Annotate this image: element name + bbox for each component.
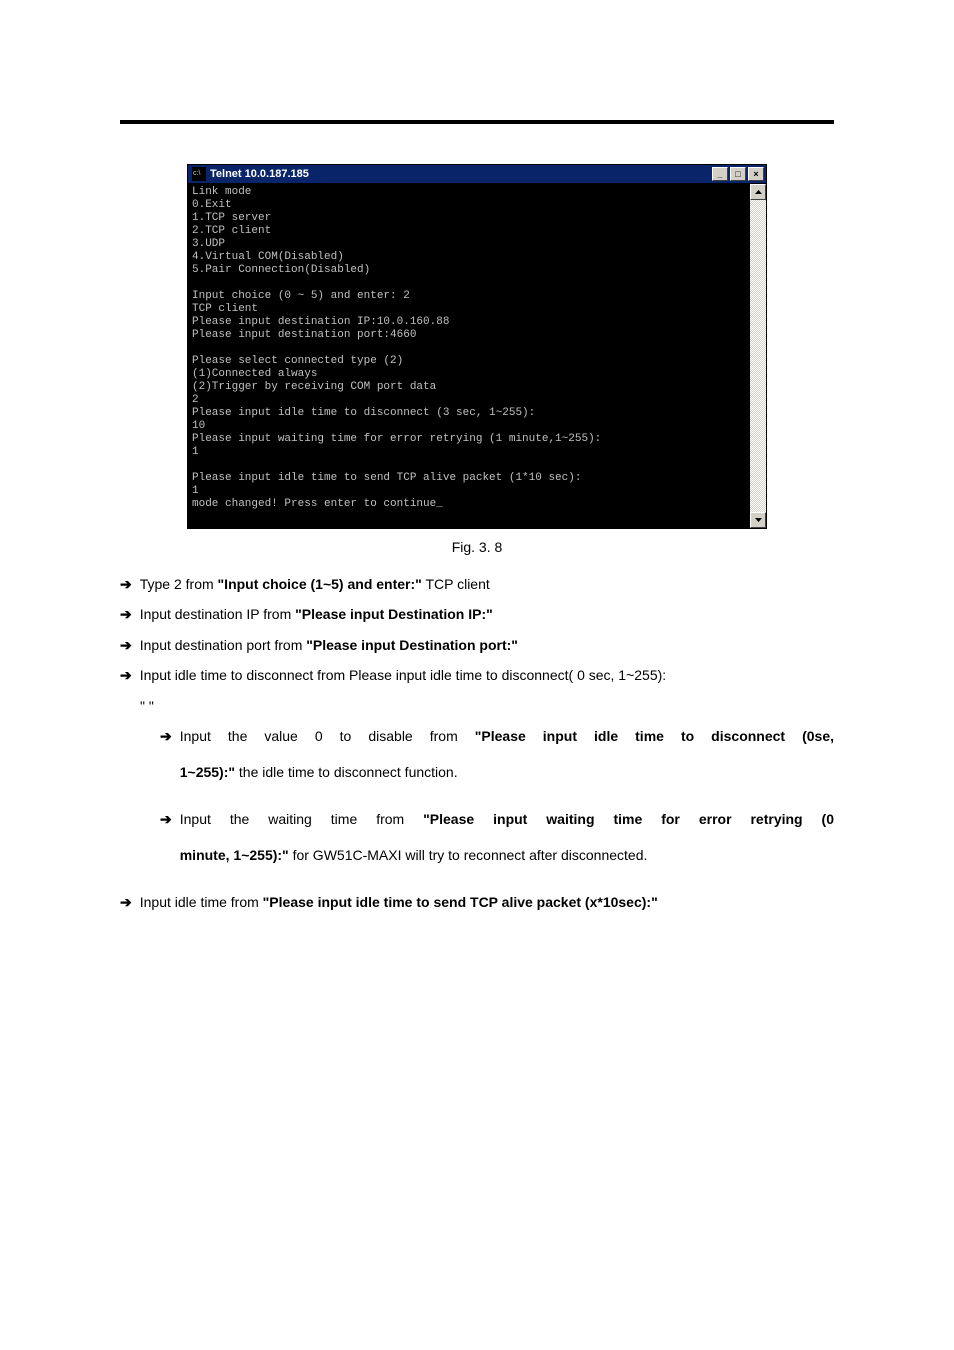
scroll-down-button[interactable]	[750, 512, 766, 528]
arrow-icon: ➔	[120, 634, 132, 656]
maximize-button[interactable]: □	[730, 167, 746, 181]
arrow-icon: ➔	[120, 603, 132, 625]
text-bold: "Please input idle time to disconnect (0…	[475, 728, 834, 744]
instruction-line-4a: ➔ Input the value 0 to disable from "Ple…	[120, 725, 834, 784]
header-divider	[120, 120, 834, 124]
scroll-down-icon	[755, 518, 762, 522]
terminal-output: Link mode 0.Exit 1.TCP server 2.TCP clie…	[188, 184, 750, 528]
text: Input destination IP from	[140, 606, 295, 622]
scroll-up-icon	[755, 190, 762, 194]
window-title: Telnet 10.0.187.185	[210, 168, 309, 180]
titlebar: Telnet 10.0.187.185 _ □ ×	[188, 165, 766, 184]
instruction-line-1: ➔ Type 2 from "Input choice (1~5) and en…	[120, 573, 834, 595]
text-bold: "Please input idle time to send TCP aliv…	[263, 894, 658, 910]
instructions: ➔ Type 2 from "Input choice (1~5) and en…	[120, 573, 834, 913]
minimize-button[interactable]: _	[712, 167, 728, 181]
telnet-window: Telnet 10.0.187.185 _ □ × Link mode 0.Ex…	[187, 164, 767, 529]
text-bold: "Please input Destination port:"	[306, 637, 518, 653]
arrow-icon: ➔	[160, 725, 172, 747]
instruction-line-5: ➔ Input idle time from "Please input idl…	[120, 891, 834, 913]
instruction-line-4b: ➔ Input the waiting time from "Please in…	[120, 808, 834, 867]
instruction-line-2: ➔ Input destination IP from "Please inpu…	[120, 603, 834, 625]
text: Input the waiting time from	[180, 811, 423, 827]
text-bold: "Please input waiting time for error ret…	[423, 811, 834, 827]
arrow-icon: ➔	[120, 573, 132, 595]
cmd-icon	[192, 167, 206, 181]
figure-caption: Fig. 3. 8	[120, 539, 834, 555]
text: Input destination port from	[140, 637, 307, 653]
text: the idle time to disconnect function.	[235, 764, 458, 780]
text: for GW51C-MAXI will try to reconnect aft…	[289, 847, 648, 863]
instruction-line-4: ➔ Input idle time to disconnect from Ple…	[120, 664, 834, 686]
instruction-line-3: ➔ Input destination port from "Please in…	[120, 634, 834, 656]
text: Input the value 0 to disable from	[180, 728, 458, 744]
arrow-icon: ➔	[120, 891, 132, 913]
text-bold: "Please input Destination IP:"	[295, 606, 493, 622]
arrow-icon: ➔	[160, 808, 172, 830]
text: TCP client	[422, 576, 490, 592]
text-bold: "Input choice (1~5) and enter:"	[218, 576, 422, 592]
text-bold: 1~255):"	[180, 764, 235, 780]
text: Input idle time to disconnect from Pleas…	[140, 667, 666, 683]
text: Input idle time from	[140, 894, 263, 910]
scroll-up-button[interactable]	[750, 184, 766, 200]
text: Type 2 from	[140, 576, 218, 592]
instruction-line-4-quote: " "	[140, 695, 834, 717]
text-bold: minute, 1~255):"	[180, 847, 289, 863]
scroll-track[interactable]	[750, 200, 766, 512]
close-button[interactable]: ×	[748, 167, 764, 181]
arrow-icon: ➔	[120, 664, 132, 686]
scrollbar[interactable]	[750, 184, 766, 528]
telnet-client-area: Link mode 0.Exit 1.TCP server 2.TCP clie…	[188, 184, 766, 528]
